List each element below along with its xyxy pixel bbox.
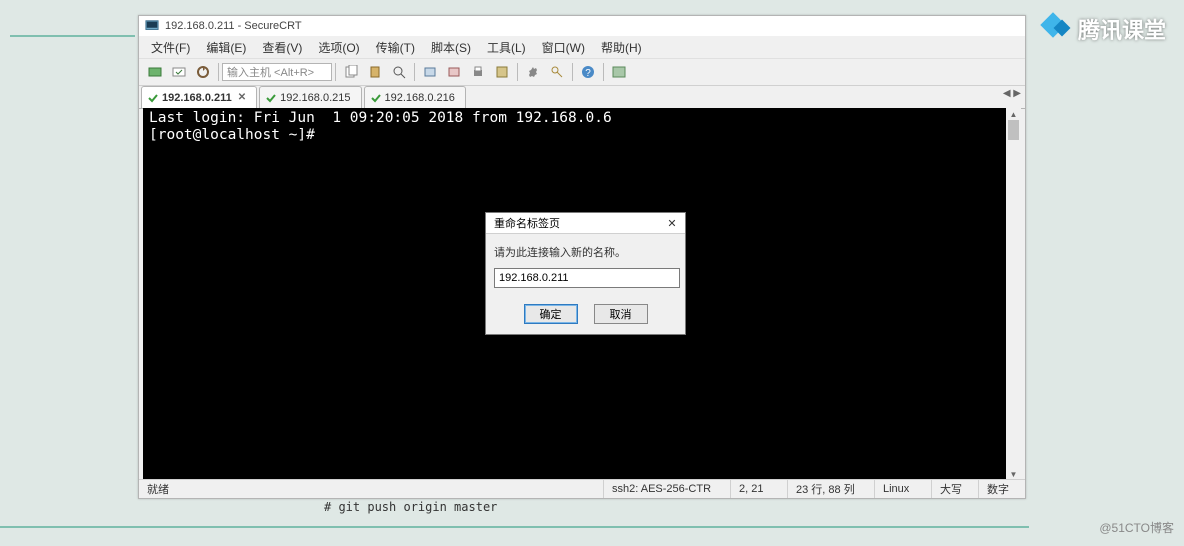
caption-text: # git push origin master [324, 500, 497, 514]
tab-bar: 192.168.0.211 ✕ 192.168.0.215 192.168.0.… [139, 86, 1025, 109]
status-num: 数字 [978, 480, 1025, 498]
disconnect-icon[interactable] [444, 62, 464, 82]
paste-icon[interactable] [365, 62, 385, 82]
toolbar-sep [517, 63, 518, 81]
menu-options[interactable]: 选项(O) [310, 37, 367, 58]
status-os: Linux [874, 480, 931, 498]
key-icon[interactable] [547, 62, 567, 82]
menu-window[interactable]: 窗口(W) [534, 37, 593, 58]
menu-transfer[interactable]: 传输(T) [368, 37, 423, 58]
window-title: 192.168.0.211 - SecureCRT [165, 20, 302, 32]
scroll-thumb[interactable] [1008, 120, 1019, 140]
menu-script[interactable]: 脚本(S) [423, 37, 479, 58]
svg-text:?: ? [585, 68, 591, 79]
dialog-title-bar[interactable]: 重命名标签页 ✕ [486, 213, 685, 234]
help-icon[interactable]: ? [578, 62, 598, 82]
new-session-icon[interactable] [420, 62, 440, 82]
toolbar: 输入主机 <Alt+R> ? [139, 59, 1025, 86]
settings-icon[interactable] [523, 62, 543, 82]
toolbar-sep [572, 63, 573, 81]
tab-name-input[interactable] [494, 268, 680, 288]
check-icon [148, 93, 158, 103]
vertical-scrollbar[interactable]: ▲ ▼ [1006, 108, 1021, 480]
host-input[interactable]: 输入主机 <Alt+R> [222, 63, 332, 81]
rename-tab-dialog: 重命名标签页 ✕ 请为此连接输入新的名称。 确定 取消 [485, 212, 686, 335]
dialog-message: 请为此连接输入新的名称。 [494, 244, 677, 260]
status-protocol: ssh2: AES-256-CTR [603, 480, 730, 498]
print-icon[interactable] [468, 62, 488, 82]
terminal-prompt: [root@localhost ~]# [149, 127, 1000, 144]
tab-navigation[interactable]: ◀ ▶ [1003, 88, 1021, 99]
menu-file[interactable]: 文件(F) [143, 37, 198, 58]
decor-line-bottom [0, 526, 1029, 528]
dialog-body: 请为此连接输入新的名称。 [486, 234, 685, 298]
toolbar-sep [335, 63, 336, 81]
close-icon[interactable]: ✕ [661, 215, 683, 231]
status-ready: 就绪 [139, 480, 603, 498]
credit-text: @51CTO博客 [1099, 519, 1174, 536]
app-icon [145, 19, 159, 33]
status-bar: 就绪 ssh2: AES-256-CTR 2, 21 23 行, 88 列 Li… [139, 479, 1025, 498]
check-icon [371, 93, 381, 103]
brand-logo: 腾讯课堂 [1038, 12, 1166, 46]
menu-bar: 文件(F) 编辑(E) 查看(V) 选项(O) 传输(T) 脚本(S) 工具(L… [139, 36, 1025, 59]
terminal-line: Last login: Fri Jun 1 09:20:05 2018 from… [149, 110, 1000, 127]
quick-connect-icon[interactable] [169, 62, 189, 82]
tab-close-icon[interactable]: ✕ [238, 92, 246, 103]
status-caps: 大写 [931, 480, 978, 498]
connect-icon[interactable] [145, 62, 165, 82]
tab-label: 192.168.0.215 [280, 92, 350, 104]
status-cursor: 2, 21 [730, 480, 787, 498]
check-icon [266, 93, 276, 103]
menu-help[interactable]: 帮助(H) [593, 37, 650, 58]
tab-label: 192.168.0.211 [162, 92, 232, 104]
decor-line-top [10, 35, 135, 37]
find-icon[interactable] [389, 62, 409, 82]
menu-edit[interactable]: 编辑(E) [198, 37, 254, 58]
scroll-up-icon[interactable]: ▲ [1006, 108, 1021, 120]
ok-button[interactable]: 确定 [524, 304, 578, 324]
copy-icon[interactable] [341, 62, 361, 82]
reconnect-icon[interactable] [193, 62, 213, 82]
tab-label: 192.168.0.216 [385, 92, 455, 104]
tab-session-2[interactable]: 192.168.0.215 [259, 86, 361, 108]
menu-view[interactable]: 查看(V) [254, 37, 310, 58]
cancel-button[interactable]: 取消 [594, 304, 648, 324]
dialog-buttons: 确定 取消 [486, 298, 685, 334]
brand-diamond-icon [1038, 12, 1072, 46]
securecrt-window: 192.168.0.211 - SecureCRT 文件(F) 编辑(E) 查看… [138, 15, 1026, 499]
title-bar[interactable]: 192.168.0.211 - SecureCRT [139, 16, 1025, 36]
status-size: 23 行, 88 列 [787, 480, 874, 498]
menu-tools[interactable]: 工具(L) [479, 37, 534, 58]
toolbar-sep [414, 63, 415, 81]
toolbar-sep [218, 63, 219, 81]
tab-session-1[interactable]: 192.168.0.211 ✕ [141, 86, 257, 108]
toolbar-sep [603, 63, 604, 81]
dialog-title: 重命名标签页 [494, 215, 560, 231]
options-icon[interactable] [492, 62, 512, 82]
brand-text: 腾讯课堂 [1078, 13, 1166, 45]
tab-session-3[interactable]: 192.168.0.216 [364, 86, 466, 108]
session-manager-icon[interactable] [609, 62, 629, 82]
